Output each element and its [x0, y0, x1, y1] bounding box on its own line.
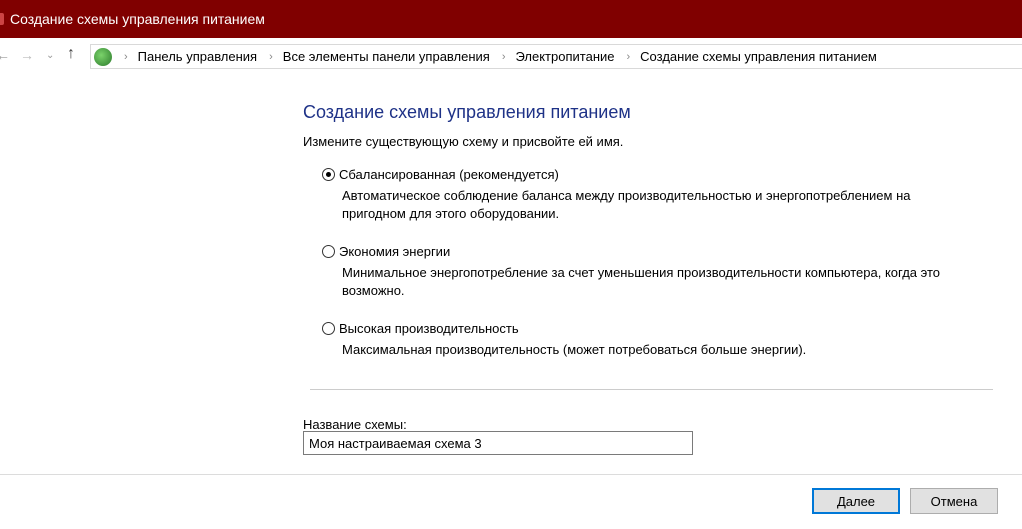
radio-label: Экономия энергии — [339, 244, 451, 259]
radio-label: Высокая производительность — [339, 321, 519, 336]
subtitle: Измените существующую схему и присвойте … — [303, 134, 624, 149]
breadcrumb-item[interactable]: Электропитание — [516, 49, 615, 64]
radio-button[interactable] — [322, 322, 335, 335]
radio-balanced[interactable]: Сбалансированная (рекомендуется) — [322, 167, 559, 182]
radio-label: Сбалансированная (рекомендуется) — [339, 167, 559, 182]
radio-button[interactable] — [322, 168, 335, 181]
power-options-icon — [94, 47, 112, 66]
option-description: Максимальная производительность (может п… — [342, 342, 807, 357]
scheme-name-input[interactable] — [303, 431, 693, 455]
page-title: Создание схемы управления питанием — [303, 102, 631, 122]
address-bar[interactable]: › Панель управления › Все элементы панели … — [90, 44, 1022, 69]
chevron-right-icon: › — [269, 50, 273, 63]
footer-divider — [0, 474, 1022, 475]
breadcrumb-item[interactable]: Создание схемы управления питанием — [640, 49, 877, 64]
title-bar: Создание схемы управления питанием — [0, 0, 1022, 38]
chevron-right-icon: › — [626, 50, 631, 63]
next-button[interactable]: Далее — [812, 488, 900, 514]
option-description: Минимальное энергопотребление за счет ум… — [342, 265, 941, 298]
scheme-name-label: Название схемы: — [303, 417, 407, 432]
option-description: Автоматическое соблюдение баланса между … — [342, 188, 911, 221]
chevron-right-icon: › — [124, 50, 128, 63]
radio-power-saver[interactable]: Экономия энергии — [322, 244, 450, 259]
app-icon — [0, 13, 4, 25]
chevron-right-icon: › — [501, 50, 506, 63]
forward-icon[interactable]: → — [20, 47, 34, 63]
back-icon[interactable]: ← — [0, 47, 10, 63]
radio-button[interactable] — [322, 245, 335, 258]
radio-high-performance[interactable]: Высокая производительность — [322, 321, 519, 336]
cancel-button[interactable]: Отмена — [910, 488, 998, 514]
breadcrumb-item[interactable]: Все элементы панели управления — [283, 49, 490, 64]
up-arrow-icon[interactable]: ↑ — [67, 45, 75, 63]
recent-chevron-down-icon[interactable]: ⌄ — [46, 50, 54, 61]
breadcrumb-item[interactable]: Панель управления — [138, 49, 257, 64]
divider — [310, 389, 993, 390]
window-title: Создание схемы управления питанием — [10, 11, 265, 27]
